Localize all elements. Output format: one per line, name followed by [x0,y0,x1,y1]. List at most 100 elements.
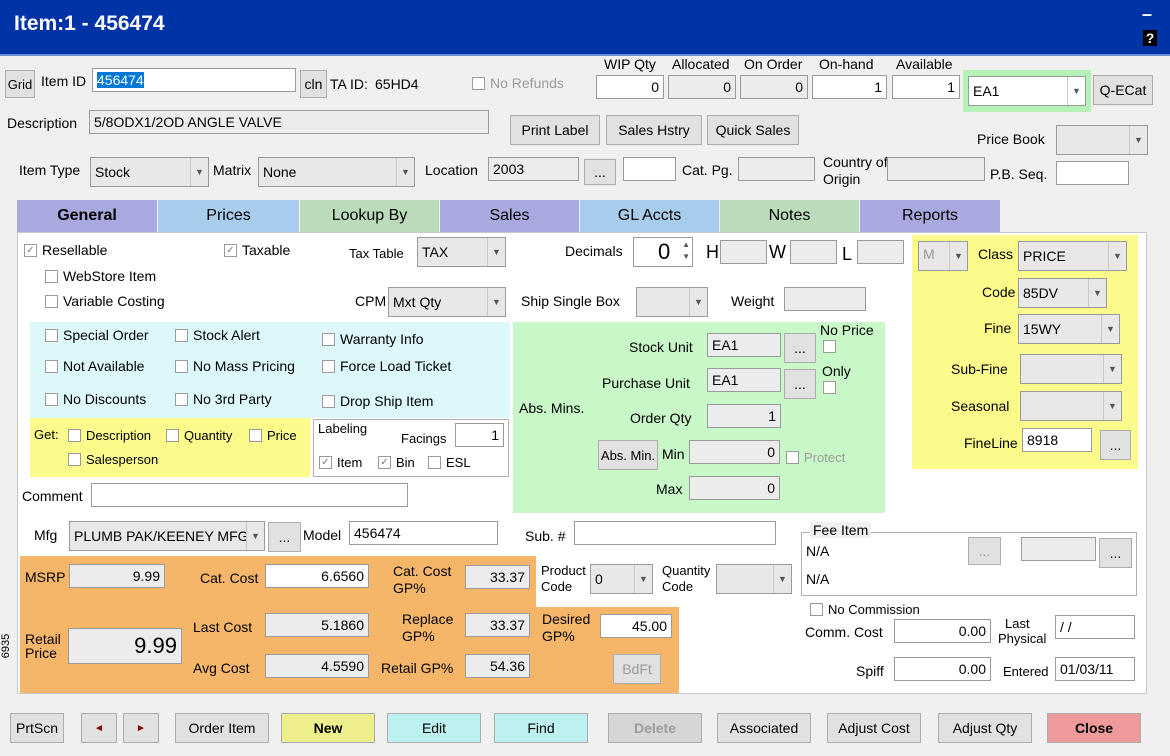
print-label-button[interactable]: Print Label [510,115,600,145]
no-refunds-checkbox[interactable]: No Refunds [472,75,564,91]
warranty-info-checkbox[interactable]: Warranty Info [322,331,424,347]
fee-item-lookup-button[interactable]: ... [968,537,1001,565]
item-id-input[interactable]: 456474 [92,68,296,92]
new-button[interactable]: New [281,713,375,743]
weight-input[interactable] [784,287,866,311]
edit-button[interactable]: Edit [387,713,481,743]
desired-gp-input[interactable]: 45.00 [600,614,672,638]
length-input[interactable] [857,240,904,264]
not-available-checkbox[interactable]: Not Available [45,358,144,374]
fee-item-lookup-button-2[interactable]: ... [1099,538,1132,568]
cat-pg-input[interactable] [738,157,815,181]
special-order-checkbox[interactable]: Special Order [45,327,149,343]
get-price-checkbox[interactable]: Price [249,428,297,443]
cln-button[interactable]: cln [300,70,327,98]
cpm-select[interactable]: Mxt Qty ▼ [388,287,506,317]
msrp-input[interactable]: 9.99 [69,564,165,588]
tab-reports[interactable]: Reports [860,200,1000,232]
label-bin-checkbox[interactable]: ✓ Bin [378,455,415,470]
quantity-code-select[interactable]: ▼ [716,564,792,594]
cat-cost-input[interactable]: 6.6560 [265,564,369,588]
webstore-item-checkbox[interactable]: WebStore Item [45,268,156,284]
country-input[interactable] [887,157,985,181]
drop-ship-item-checkbox[interactable]: Drop Ship Item [322,393,433,409]
location-extra-input[interactable] [623,157,676,181]
seasonal-select[interactable]: ▼ [1020,391,1122,421]
no-price-checkbox[interactable] [823,340,841,353]
fine-select[interactable]: 15WY ▼ [1018,314,1120,344]
class-prefix-select[interactable]: M ▼ [918,241,968,271]
description-input[interactable]: 5/8ODX1/2OD ANGLE VALVE [89,110,489,134]
purchase-unit-lookup-button[interactable]: ... [784,369,816,399]
help-icon[interactable]: ? [1143,30,1157,46]
no-mass-pricing-checkbox[interactable]: No Mass Pricing [175,358,295,374]
stock-unit-input[interactable]: EA1 [707,333,781,357]
tab-sales[interactable]: Sales [440,200,579,232]
q-ecat-button[interactable]: Q-ECat [1093,75,1153,105]
decimals-stepper[interactable]: 0 ▲ ▼ [633,237,693,267]
location-input[interactable]: 2003 [488,157,579,181]
adjust-qty-button[interactable]: Adjust Qty [938,713,1032,743]
mfg-lookup-button[interactable]: ... [268,522,301,552]
spiff-input[interactable]: 0.00 [894,657,991,681]
abs-min-button[interactable]: Abs. Min. [598,440,658,470]
comment-input[interactable] [91,483,408,507]
previous-icon[interactable]: ◄ [81,713,117,743]
resellable-checkbox[interactable]: ✓ Resellable [24,242,107,258]
pb-seq-input[interactable] [1056,161,1129,185]
mfg-select[interactable]: PLUMB PAK/KEENEY MFG ▼ [69,521,265,551]
tab-general[interactable]: General [17,200,157,232]
stock-unit-lookup-button[interactable]: ... [784,333,816,363]
order-item-button[interactable]: Order Item [175,713,269,743]
associated-button[interactable]: Associated [717,713,811,743]
variable-costing-checkbox[interactable]: Variable Costing [45,293,165,309]
sales-history-button[interactable]: Sales Hstry [606,115,702,145]
order-qty-input[interactable]: 1 [707,404,781,428]
code-select[interactable]: 85DV ▼ [1018,278,1107,308]
delete-button[interactable]: Delete [608,713,702,743]
no-3rd-party-checkbox[interactable]: No 3rd Party [175,391,272,407]
last-physical-input[interactable]: / / [1055,615,1135,639]
only-checkbox[interactable] [823,381,841,394]
purchase-unit-input[interactable]: EA1 [707,368,781,392]
taxable-checkbox[interactable]: ✓ Taxable [224,242,290,258]
tab-lookup-by[interactable]: Lookup By [300,200,439,232]
adjust-cost-button[interactable]: Adjust Cost [827,713,921,743]
tab-prices[interactable]: Prices [158,200,299,232]
close-button[interactable]: Close [1047,713,1141,743]
stock-alert-checkbox[interactable]: Stock Alert [175,327,260,343]
get-salesperson-checkbox[interactable]: Salesperson [68,452,158,467]
fee-item-input[interactable] [1021,537,1096,561]
no-discounts-checkbox[interactable]: No Discounts [45,391,146,407]
print-screen-button[interactable]: PrtScn [10,713,64,743]
height-input[interactable] [720,240,767,264]
quick-sales-button[interactable]: Quick Sales [707,115,799,145]
get-quantity-checkbox[interactable]: Quantity [166,428,232,443]
tab-notes[interactable]: Notes [720,200,859,232]
comm-cost-input[interactable]: 0.00 [894,619,991,643]
label-esl-checkbox[interactable]: ESL [428,455,471,470]
fineline-lookup-button[interactable]: ... [1100,430,1131,460]
force-load-ticket-checkbox[interactable]: Force Load Ticket [322,358,451,374]
fineline-input[interactable]: 8918 [1022,428,1092,452]
sub-fine-select[interactable]: ▼ [1020,354,1122,384]
find-button[interactable]: Find [494,713,588,743]
item-type-select[interactable]: Stock ▼ [90,157,209,187]
next-icon[interactable]: ► [123,713,159,743]
facings-input[interactable]: 1 [455,423,504,447]
price-book-select[interactable]: ▼ [1056,125,1148,155]
protect-checkbox[interactable]: Protect [786,450,845,465]
bdft-button[interactable]: BdFt [613,654,661,684]
minimize-button[interactable]: – [1142,4,1152,25]
min-input[interactable]: 0 [689,440,780,464]
matrix-select[interactable]: None ▼ [258,157,415,187]
class-select[interactable]: PRICE ▼ [1018,241,1127,271]
get-description-checkbox[interactable]: Description [68,428,151,443]
unit-select[interactable]: EA1 ▼ [968,76,1086,106]
tax-table-select[interactable]: TAX ▼ [417,237,506,267]
retail-price-input[interactable]: 9.99 [68,628,182,664]
ship-single-box-select[interactable]: ▼ [636,287,708,317]
model-input[interactable]: 456474 [349,521,498,545]
label-item-checkbox[interactable]: ✓ Item [319,455,362,470]
width-input[interactable] [790,240,837,264]
